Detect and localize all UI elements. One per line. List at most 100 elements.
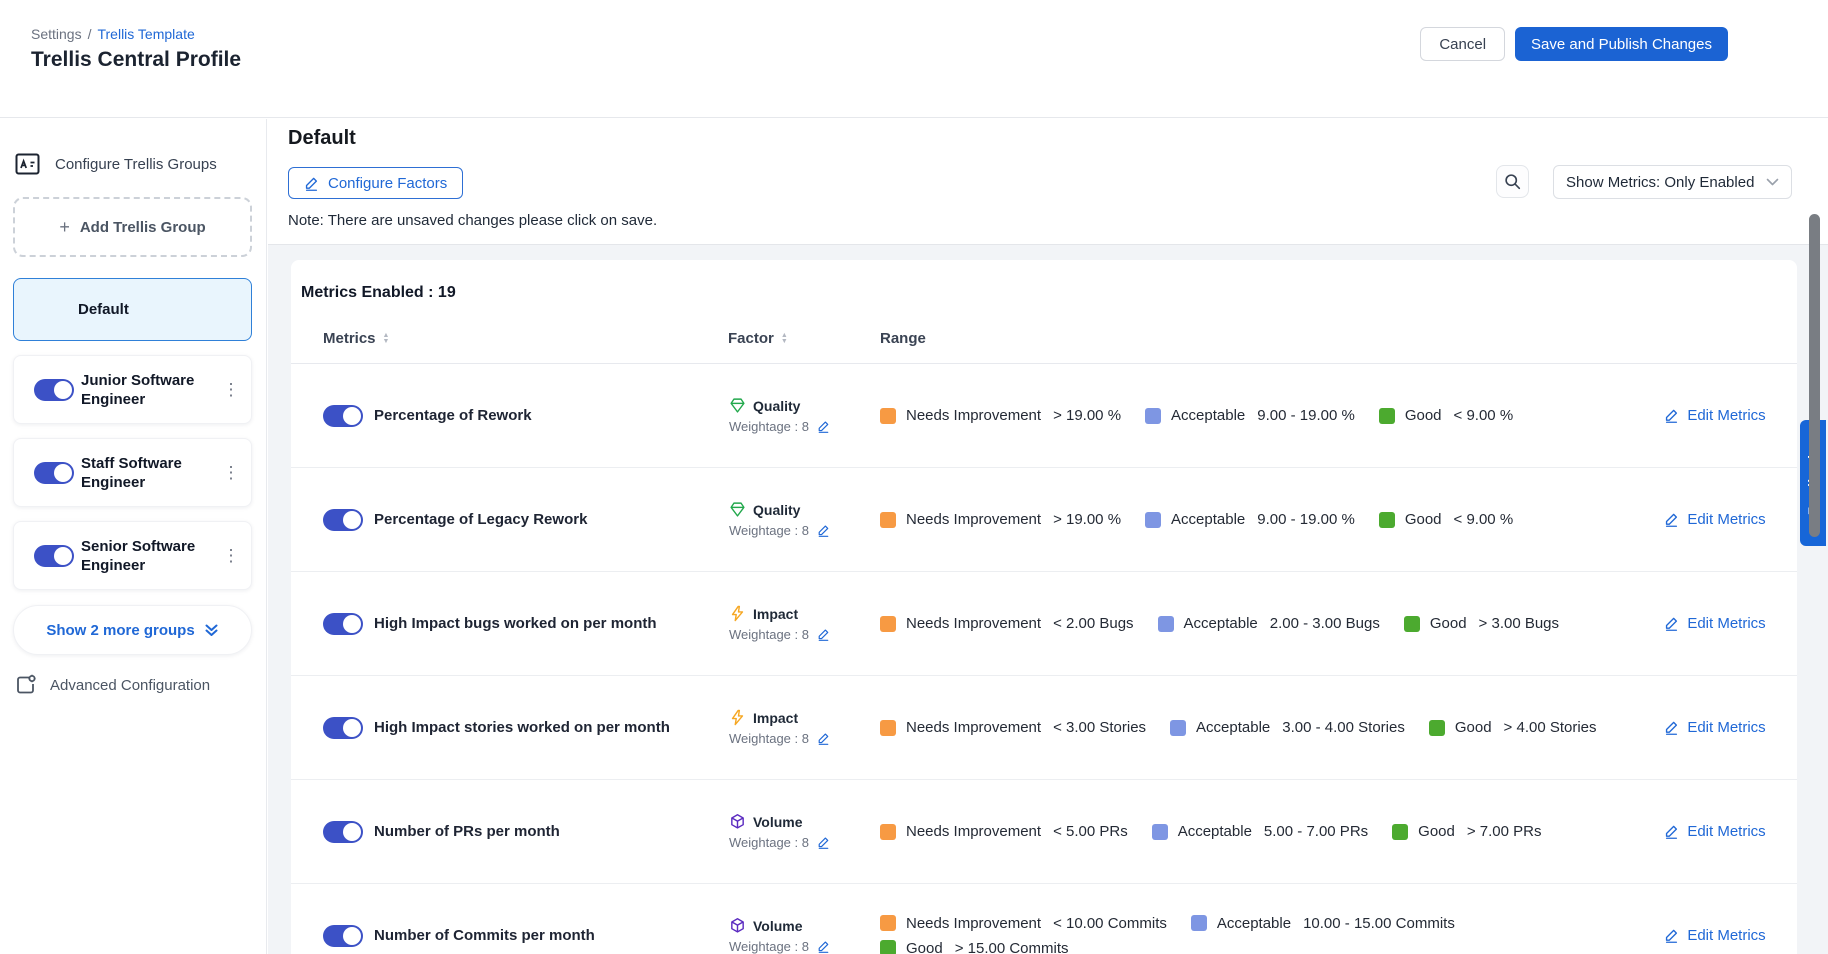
edit-metrics-link[interactable]: Edit Metrics [1633,407,1797,424]
factor-name: Volume [753,918,803,934]
acceptable-swatch [1145,512,1161,528]
edit-weightage-pencil-icon[interactable] [817,420,830,433]
metric-toggle[interactable] [323,821,363,843]
add-trellis-group-button[interactable]: + Add Trellis Group [13,197,252,257]
edit-weightage-pencil-icon[interactable] [817,940,830,953]
good-swatch [1429,720,1445,736]
range-cell: Needs Improvement> 19.00 % Acceptable9.0… [880,407,1633,424]
metric-row-number-of-commits: Number of Commits per month Volume Weigh… [291,884,1797,954]
metric-toggle[interactable] [323,613,363,635]
good-swatch [1404,616,1420,632]
kebab-menu-icon[interactable]: ⋮ [221,380,241,400]
metrics-table-card: Metrics Enabled : 19 Metrics ▲▼ Factor ▲… [291,260,1797,954]
gem-icon [729,501,746,518]
group-item-junior-software-engineer[interactable]: Junior Software Engineer ⋮ [13,355,252,424]
edit-metrics-label: Edit Metrics [1687,511,1765,528]
range-chip-acceptable: Acceptable10.00 - 15.00 Commits [1191,915,1455,932]
plus-icon: + [59,217,70,238]
factor-cell: Impact Weightage : 8 [729,605,880,642]
needs-improvement-swatch [880,616,896,632]
breadcrumb-settings-link[interactable]: Settings [31,26,82,42]
configure-trellis-groups-header: Configure Trellis Groups [15,153,252,175]
column-header-range: Range [880,330,926,347]
pencil-icon [1664,928,1679,943]
metrics-enabled-count: Metrics Enabled : 19 [291,260,1797,302]
range-chip-acceptable: Acceptable3.00 - 4.00 Stories [1170,719,1405,736]
edit-metrics-label: Edit Metrics [1687,823,1765,840]
id-badge-icon [15,153,40,175]
search-button[interactable] [1496,165,1529,198]
group-item-default-selected[interactable]: Default [13,278,252,341]
edit-metrics-link[interactable]: Edit Metrics [1633,927,1797,944]
needs-improvement-swatch [880,408,896,424]
edit-weightage-pencil-icon[interactable] [817,836,830,849]
kebab-menu-icon[interactable]: ⋮ [221,546,241,566]
configure-factors-button[interactable]: Configure Factors [288,167,463,199]
factor-cell: Impact Weightage : 8 [729,709,880,746]
lightning-icon [729,709,746,726]
vertical-scrollbar-thumb[interactable] [1809,214,1820,537]
group-toggle[interactable] [34,545,74,567]
edit-weightage-pencil-icon[interactable] [817,524,830,537]
group-item-senior-software-engineer[interactable]: Senior Software Engineer ⋮ [13,521,252,590]
group-toggle[interactable] [34,379,74,401]
needs-improvement-swatch [880,824,896,840]
metric-toggle[interactable] [323,925,363,947]
metric-toggle[interactable] [323,717,363,739]
edit-weightage-pencil-icon[interactable] [817,732,830,745]
kebab-menu-icon[interactable]: ⋮ [221,463,241,483]
configure-factors-label: Configure Factors [328,175,447,192]
show-more-groups-label: Show 2 more groups [46,622,194,639]
metric-name: High Impact bugs worked on per month [374,614,729,634]
column-header-factor[interactable]: Factor ▲▼ [728,330,788,347]
factor-name: Quality [753,502,800,518]
metric-toggle[interactable] [323,509,363,531]
metric-toggle[interactable] [323,405,363,427]
gem-icon [729,397,746,414]
show-metrics-dropdown[interactable]: Show Metrics: Only Enabled [1553,165,1792,199]
group-default-label: Default [78,301,129,318]
range-cell: Needs Improvement< 5.00 PRs Acceptable5.… [880,823,1633,840]
good-swatch [1379,512,1395,528]
weightage: Weightage : 8 [729,419,880,434]
range-chip-good: Good> 7.00 PRs [1392,823,1541,840]
factor-cell: Quality Weightage : 8 [729,397,880,434]
acceptable-swatch [1158,616,1174,632]
unsaved-changes-note: Note: There are unsaved changes please c… [288,212,657,229]
range-chip-acceptable: Acceptable2.00 - 3.00 Bugs [1158,615,1380,632]
edit-metrics-link[interactable]: Edit Metrics [1633,719,1797,736]
show-more-groups-button[interactable]: Show 2 more groups [13,605,252,655]
advanced-configuration-item[interactable]: Advanced Configuration [15,674,252,696]
edit-metrics-link[interactable]: Edit Metrics [1633,823,1797,840]
acceptable-swatch [1191,915,1207,931]
edit-metrics-link[interactable]: Edit Metrics [1633,511,1797,528]
range-chip-needs-improvement: Needs Improvement< 10.00 Commits [880,915,1167,932]
range-chip-good: Good> 4.00 Stories [1429,719,1597,736]
metrics-table-header: Metrics ▲▼ Factor ▲▼ Range [291,318,1797,364]
edit-metrics-label: Edit Metrics [1687,407,1765,424]
edit-weightage-pencil-icon[interactable] [817,628,830,641]
cancel-button[interactable]: Cancel [1420,27,1505,61]
edit-metrics-label: Edit Metrics [1687,719,1765,736]
save-and-publish-button[interactable]: Save and Publish Changes [1515,27,1728,61]
column-header-metrics[interactable]: Metrics ▲▼ [323,330,389,347]
show-metrics-dropdown-value: Show Metrics: Only Enabled [1566,174,1754,191]
column-header-factor-label: Factor [728,330,774,347]
advanced-configuration-label: Advanced Configuration [50,677,210,694]
factor-name: Impact [753,606,798,622]
factor-cell: Volume Weightage : 8 [729,813,880,850]
edit-metrics-link[interactable]: Edit Metrics [1633,615,1797,632]
factor-name: Impact [753,710,798,726]
advanced-configuration-icon [15,674,37,696]
breadcrumb-trellis-template-link[interactable]: Trellis Template [97,26,194,42]
acceptable-swatch [1170,720,1186,736]
group-toggle[interactable] [34,462,74,484]
range-chip-acceptable: Acceptable5.00 - 7.00 PRs [1152,823,1368,840]
range-chip-good: Good> 15.00 Commits [880,940,1069,954]
range-chip-good: Good> 3.00 Bugs [1404,615,1559,632]
breadcrumb: Settings / Trellis Template [31,26,195,42]
range-chip-good: Good< 9.00 % [1379,511,1513,528]
group-item-staff-software-engineer[interactable]: Staff Software Engineer ⋮ [13,438,252,507]
group-name: Senior Software Engineer [81,537,214,575]
metric-row-percentage-of-rework: Percentage of Rework Quality Weightage :… [291,364,1797,468]
